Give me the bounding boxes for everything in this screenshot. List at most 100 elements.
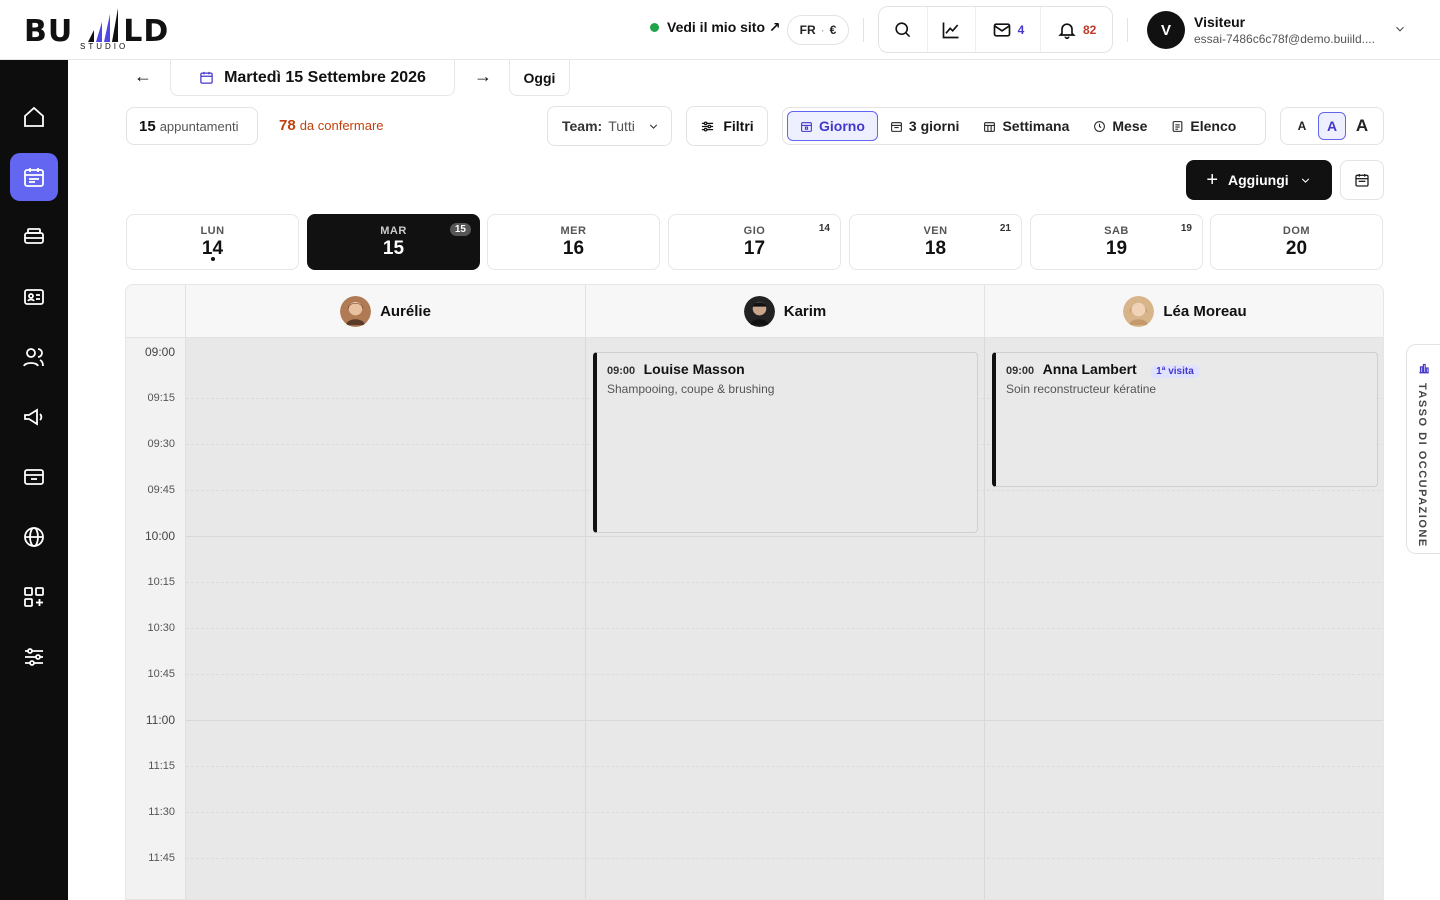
sidebar-item-marketing[interactable] <box>10 393 58 441</box>
staff-column-header[interactable]: Léa Moreau <box>985 285 1383 338</box>
avatar: V <box>1147 11 1185 49</box>
day-tab-wed[interactable]: MER 16 <box>487 214 660 270</box>
first-visit-badge: 1ª visita <box>1151 365 1199 378</box>
logo-text-left: BU <box>24 14 74 49</box>
day-tab-sat[interactable]: SAB 19 19 <box>1030 214 1203 270</box>
appointment-time: 09:00 <box>607 365 636 377</box>
sidebar-item-home[interactable] <box>10 93 58 141</box>
messages-button[interactable]: 4 <box>974 7 1041 52</box>
sliders-icon <box>25 648 43 666</box>
view-3days-button[interactable]: 3 giorni <box>878 111 972 141</box>
currency-label: € <box>829 23 837 37</box>
staff-column-header[interactable]: Aurélie <box>186 285 586 338</box>
staff-column-header[interactable]: Karim <box>586 285 985 338</box>
appointments-label: appuntamenti <box>159 118 239 134</box>
card-icon <box>24 469 44 485</box>
occupancy-rate-label: TASSO DI OCCUPAZIONE <box>1416 383 1428 548</box>
mail-icon <box>993 22 1010 37</box>
sidebar-item-clients[interactable] <box>10 273 58 321</box>
staff-header: Aurélie Karim Léa Moreau <box>126 285 1383 338</box>
day-tab-tue[interactable]: MAR 15 15 <box>307 214 480 270</box>
sidebar-item-settings[interactable] <box>10 633 58 681</box>
appointment-service: Soin reconstructeur kératine <box>1006 382 1157 396</box>
appointment-time: 09:00 <box>1006 365 1035 377</box>
appointment-card[interactable]: 09:00 Anna Lambert 1ª visita Soin recons… <box>992 352 1378 487</box>
view-week-button[interactable]: Settimana <box>971 111 1081 141</box>
view-site-link[interactable]: Vedi il mio sito ↗ <box>650 19 781 36</box>
to-confirm-stat[interactable]: 78 da confermare <box>279 117 384 134</box>
sidebar-item-apps[interactable] <box>10 573 58 621</box>
day-appointment-count: 14 <box>818 223 830 234</box>
current-date-label: Martedì 15 Settembre 2026 <box>224 68 426 86</box>
calendar-picker-button[interactable] <box>1340 160 1384 200</box>
appointment-card[interactable]: 09:00 Louise Masson Shampooing, coupe & … <box>593 352 978 533</box>
font-size-large-button[interactable]: A <box>1348 112 1376 140</box>
sidebar-item-website[interactable] <box>10 513 58 561</box>
time-label: 11:00 <box>145 713 175 727</box>
sidebar-item-cashier[interactable] <box>10 213 58 261</box>
analytics-button[interactable] <box>926 7 975 52</box>
view-list-button[interactable]: Elenco <box>1159 111 1248 141</box>
today-indicator <box>211 257 215 261</box>
view-site-label: Vedi il mio sito ↗ <box>667 19 781 35</box>
add-button[interactable]: + Aggiungi <box>1186 160 1332 200</box>
to-confirm-label: da confermare <box>299 118 384 133</box>
calendar-day-icon <box>801 121 812 132</box>
calendar-icon <box>890 121 902 132</box>
avatar <box>743 296 775 327</box>
chevron-down-icon <box>649 123 658 129</box>
time-gutter: 09:00 09:15 09:30 09:45 10:00 10:15 10:3… <box>126 338 186 899</box>
day-appointment-count: 21 <box>999 223 1011 234</box>
date-picker[interactable]: Martedì 15 Settembre 2026 <box>170 60 455 96</box>
search-button[interactable] <box>879 7 927 52</box>
user-email: essai-7486c6c78f@demo.buiild.... <box>1194 32 1375 46</box>
chart-line-icon <box>942 22 959 38</box>
appointments-stat: 15 appuntamenti <box>126 107 258 145</box>
messages-count: 4 <box>1017 22 1025 37</box>
occupancy-rate-tab[interactable]: TASSO DI OCCUPAZIONE <box>1406 344 1440 554</box>
font-size-small-button[interactable]: A <box>1288 112 1316 140</box>
calendar-main: ← Martedì 15 Settembre 2026 → Oggi 15 app… <box>68 60 1440 900</box>
notifications-count: 82 <box>1082 22 1097 37</box>
users-icon <box>23 348 44 367</box>
calendar-icon <box>24 168 44 187</box>
day-appointment-count: 15 <box>449 223 471 236</box>
calendar-icon <box>200 71 213 84</box>
view-month-button[interactable]: Mese <box>1081 111 1159 141</box>
prev-day-button[interactable]: ← <box>134 66 152 87</box>
appointment-client: Louise Masson <box>643 361 745 377</box>
calendar-week-icon <box>984 121 996 132</box>
megaphone-icon <box>24 408 43 426</box>
day-tab-thu[interactable]: GIO 17 14 <box>668 214 841 270</box>
sidebar-item-payments[interactable] <box>10 453 58 501</box>
today-button[interactable]: Oggi <box>509 60 570 96</box>
sidebar-item-team[interactable] <box>10 333 58 381</box>
user-menu[interactable]: V Visiteur essai-7486c6c78f@demo.buiild.… <box>1147 11 1375 49</box>
filters-button[interactable]: Filtri <box>686 106 768 146</box>
time-label: 09:45 <box>147 484 175 496</box>
logo[interactable]: BU LD STUDIO <box>24 8 184 52</box>
register-icon <box>24 228 44 244</box>
view-switcher: Giorno 3 giorni Settimana Mese Elenco <box>782 107 1266 145</box>
avatar <box>340 296 372 327</box>
day-tab-mon[interactable]: LUN 14 <box>126 214 299 270</box>
day-tab-fri[interactable]: VEN 18 21 <box>849 214 1022 270</box>
time-label: 09:30 <box>147 438 175 450</box>
team-select[interactable]: Team: Tutti <box>547 106 672 146</box>
sidebar-item-calendar[interactable] <box>10 153 58 201</box>
next-day-button[interactable]: → <box>474 66 492 87</box>
language-currency-selector[interactable]: FR · € <box>787 15 849 45</box>
font-size-medium-button[interactable]: A <box>1318 112 1346 140</box>
notifications-button[interactable]: 82 <box>1040 7 1112 52</box>
plus-icon: + <box>1206 168 1219 191</box>
time-label: 10:30 <box>147 622 175 634</box>
time-label: 10:15 <box>147 576 175 588</box>
team-select-value: Tutti <box>608 118 635 134</box>
globe-icon <box>24 527 44 547</box>
list-icon <box>1173 120 1183 132</box>
day-tab-sun[interactable]: DOM 20 <box>1210 214 1383 270</box>
apps-add-icon <box>24 587 44 607</box>
view-day-button[interactable]: Giorno <box>787 111 878 141</box>
language-label: FR <box>799 23 816 37</box>
chevron-down-icon[interactable] <box>1393 22 1407 36</box>
